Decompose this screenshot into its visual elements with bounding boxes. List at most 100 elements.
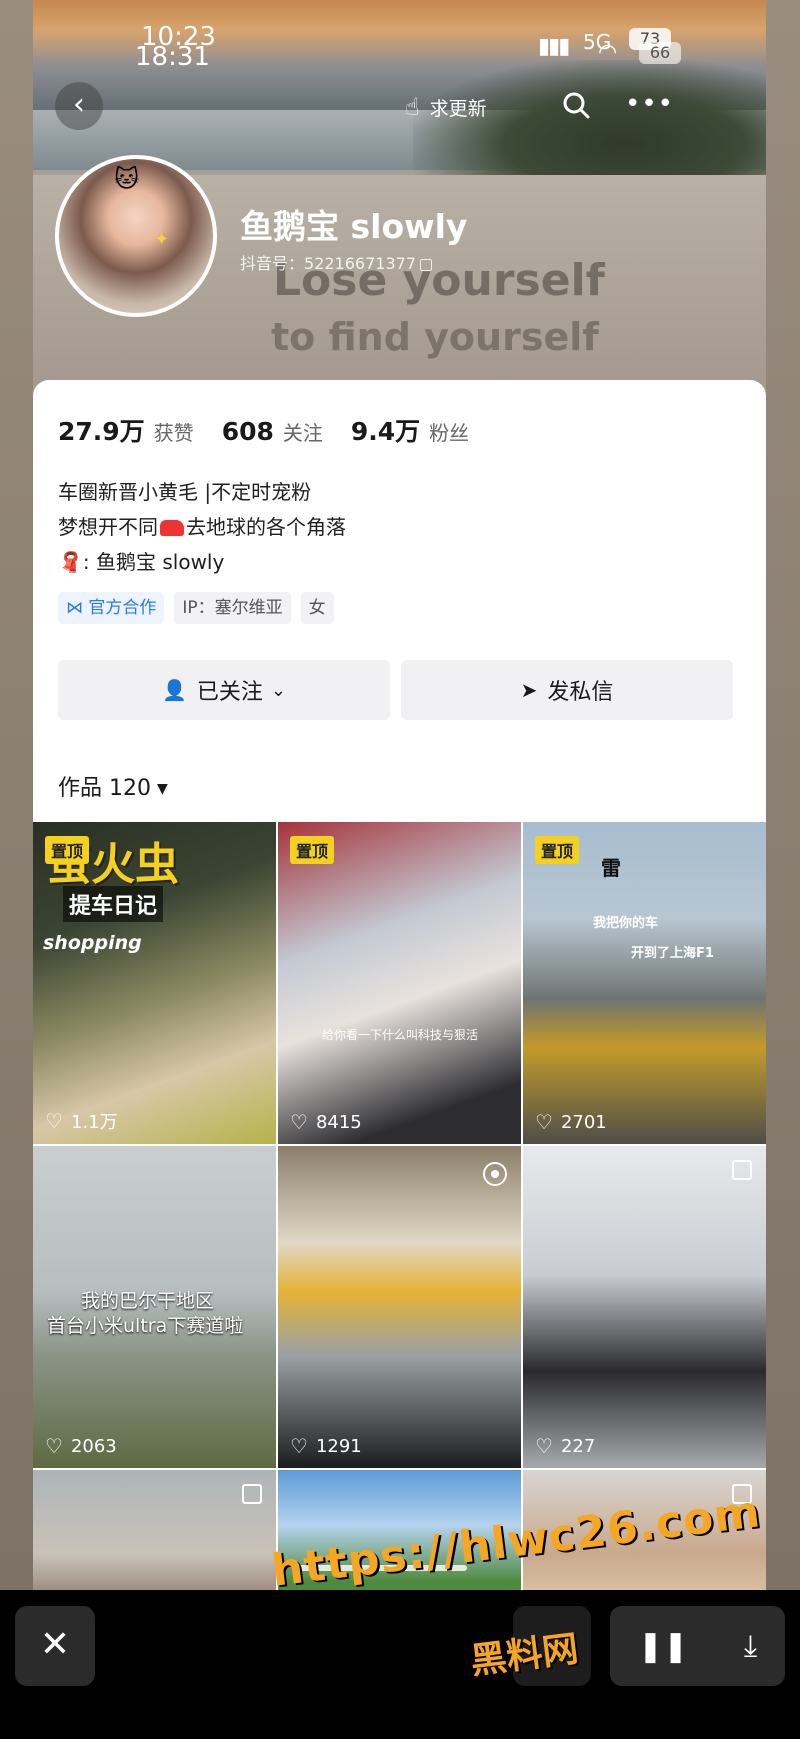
stat-likes-value: 27.9万: [58, 417, 145, 446]
cat-ears-sticker-icon: 🐱: [114, 165, 140, 193]
download-icon[interactable]: ⤓: [744, 1629, 757, 1664]
bio-line-3: 🧣: 鱼鹅宝 slowly: [58, 545, 346, 580]
pinned-badge: 置顶: [45, 836, 90, 864]
cover-wall-text-2: to find yourself: [271, 315, 599, 359]
tile-overlay-text: 我把你的车: [593, 916, 659, 931]
tag-ip-location: IP：塞尔维亚: [174, 592, 291, 624]
scarf-emoji-icon: 🧣: [58, 550, 83, 574]
multi-image-icon: [732, 1160, 752, 1180]
stat-likes[interactable]: 27.9万 获赞: [58, 412, 194, 448]
tile-overlay-text: 开到了上海F1: [631, 946, 714, 961]
video-tile[interactable]: [33, 1470, 276, 1590]
pinned-badge: 置顶: [290, 836, 335, 864]
tile-likes: ♡ 1.1万: [45, 1108, 118, 1134]
message-button[interactable]: ➤ 发私信: [401, 660, 733, 720]
chevron-left-icon: ‹: [73, 87, 85, 122]
message-button-label: 发私信: [547, 680, 614, 705]
tile-overlay-subtitle: 提车日记: [63, 886, 164, 922]
following-button[interactable]: 👤 已关注 ⌄: [58, 660, 390, 720]
tile-overlay-text: 我的巴尔干地区: [81, 1290, 215, 1312]
pause-icon[interactable]: ❚❚: [638, 1629, 688, 1664]
heart-icon: ♡: [45, 1434, 63, 1458]
caret-down-icon: ▼: [157, 781, 168, 797]
heart-icon: ♡: [45, 1109, 63, 1133]
more-button[interactable]: •••: [625, 90, 673, 124]
copy-icon[interactable]: [420, 258, 432, 271]
tag-official-cooperation-label: 官方合作: [88, 598, 157, 618]
profile-name: 鱼鹅宝 slowly: [240, 207, 468, 246]
avatar[interactable]: 🐱 ✦: [55, 155, 217, 317]
video-tile[interactable]: ♡ 227: [523, 1146, 766, 1468]
stats-row: 27.9万 获赞 608 关注 9.4万 粉丝: [58, 412, 497, 448]
works-grid: 萤火虫 提车日记 shopping 置顶 ♡ 1.1万 置顶 给你看一下什么叫科技…: [33, 822, 766, 1590]
video-tile[interactable]: 我的巴尔干地区 首台小米ultra下赛道啦 ♡ 2063: [33, 1146, 276, 1468]
tile-likes-count: 8415: [315, 1111, 362, 1133]
pinned-badge: 置顶: [535, 836, 580, 864]
signal-icon: ▮▮▮: [538, 34, 570, 59]
tile-overlay-text: 首台小米ultra下赛道啦: [47, 1315, 244, 1337]
tag-official-cooperation[interactable]: ⋈ 官方合作: [58, 592, 165, 624]
media-viewer-bar: ✕ ❚❚ ⤓: [0, 1590, 800, 1739]
car-emoji-icon: [160, 520, 184, 536]
close-icon: ✕: [39, 1624, 71, 1665]
profile-id-label: 抖音号：: [240, 254, 305, 273]
status-time-overlay: 18:31: [135, 42, 210, 72]
tile-caption: 给你看一下什么叫科技与狠活: [322, 1028, 479, 1042]
video-tile[interactable]: ♡ 1291: [278, 1146, 521, 1468]
tile-overlay-text: shopping: [43, 932, 142, 954]
video-tile[interactable]: 萤火虫 提车日记 shopping 置顶 ♡ 1.1万: [33, 822, 276, 1144]
profile-id[interactable]: 抖音号：52216671377: [240, 250, 432, 274]
profile-id-value: 52216671377: [304, 254, 416, 273]
video-tile[interactable]: 置顶 雷 我把你的车 开到了上海F1 ♡ 2701: [523, 822, 766, 1144]
phone-screen: Lose yourself to find yourself 10:23 18:…: [33, 0, 766, 1590]
search-button[interactable]: [561, 90, 595, 124]
tile-overlay-text: 雷: [601, 856, 621, 880]
actions-row: 👤 已关注 ⌄ ➤ 发私信: [58, 660, 744, 720]
hand-point-icon: ☝: [405, 93, 420, 121]
bio-line-2: 梦想开不同 去地球的各个角落: [58, 510, 346, 545]
bio-line-2-a: 梦想开不同: [58, 515, 158, 539]
tile-likes: ♡ 8415: [290, 1110, 362, 1134]
tab-works[interactable]: 作品 120 ▼: [58, 770, 168, 802]
heart-icon: ♡: [290, 1434, 308, 1458]
live-photo-icon: [483, 1162, 507, 1186]
profile-card: 27.9万 获赞 608 关注 9.4万 粉丝 车圈新晋小黄毛 |不定时宠粉 梦…: [33, 380, 766, 1590]
request-update-button[interactable]: ☝ 求更新: [405, 90, 487, 124]
bio: 车圈新晋小黄毛 |不定时宠粉 梦想开不同 去地球的各个角落 🧣: 鱼鹅宝 slow…: [58, 475, 346, 580]
multi-image-icon: [242, 1484, 262, 1504]
video-tile[interactable]: 置顶 给你看一下什么叫科技与狠活 ♡ 8415: [278, 822, 521, 1144]
tag-gender: 女: [300, 592, 334, 624]
heart-icon: ♡: [535, 1434, 553, 1458]
tags-row: ⋈ 官方合作 IP：塞尔维亚 女: [58, 592, 344, 624]
back-button[interactable]: ‹: [55, 82, 103, 130]
bio-line-2-b: 去地球的各个角落: [186, 515, 346, 539]
tile-likes: ♡ 2063: [45, 1434, 117, 1458]
request-update-label: 求更新: [429, 97, 487, 120]
tile-likes-count: 2063: [70, 1435, 117, 1457]
heart-icon: ♡: [535, 1110, 553, 1134]
following-button-label: 已关注: [196, 680, 263, 705]
stat-following-label: 关注: [282, 421, 323, 445]
bio-line-3-text: : 鱼鹅宝 slowly: [82, 550, 225, 574]
close-button[interactable]: ✕: [15, 1606, 95, 1686]
send-icon: ➤: [520, 678, 538, 702]
chevron-down-icon: ⌄: [270, 679, 286, 701]
stat-following[interactable]: 608 关注: [222, 417, 323, 446]
more-dots-icon: •••: [625, 89, 675, 119]
tile-likes-count: 227: [560, 1435, 596, 1457]
tab-works-label: 作品 120: [58, 776, 151, 801]
tile-likes: ♡ 1291: [290, 1434, 362, 1458]
tile-likes: ♡ 2701: [535, 1110, 607, 1134]
tile-likes: ♡ 227: [535, 1434, 595, 1458]
tile-likes-count: 2701: [560, 1111, 607, 1133]
bio-line-1: 车圈新晋小黄毛 |不定时宠粉: [58, 480, 312, 504]
frame-right: [766, 0, 800, 1590]
cooperation-icon: ⋈: [66, 598, 89, 618]
heart-icon: ♡: [290, 1110, 308, 1134]
stat-followers[interactable]: 9.4万 粉丝: [351, 412, 469, 448]
user-check-icon: 👤: [161, 678, 187, 702]
sparkle-sticker-icon: ✦: [154, 229, 170, 250]
stat-following-value: 608: [221, 417, 274, 446]
search-icon: [563, 92, 590, 119]
tile-likes-count: 1.1万: [70, 1112, 118, 1133]
